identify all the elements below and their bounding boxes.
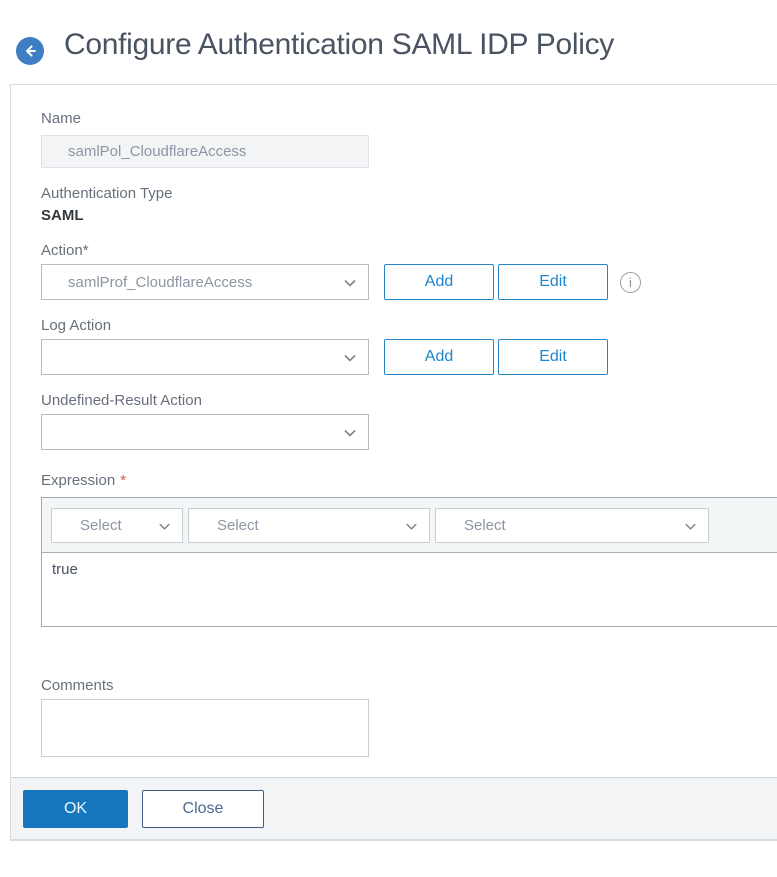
page-title: Configure Authentication SAML IDP Policy [64, 28, 614, 61]
name-label: Name [41, 110, 82, 127]
log-action-row: Add Edit [41, 339, 777, 375]
chevron-down-icon [157, 519, 172, 538]
expression-select-1-placeholder: Select [80, 517, 122, 534]
expression-select-1[interactable]: Select [51, 508, 183, 543]
chevron-down-icon [342, 275, 358, 295]
expression-editor: Select Select Select true [41, 497, 777, 627]
chevron-down-icon [683, 519, 698, 538]
expression-toolbar: Select Select Select [42, 498, 777, 553]
required-asterisk: * [120, 472, 127, 489]
action-edit-button[interactable]: Edit [498, 264, 608, 300]
log-action-label: Log Action [41, 317, 112, 334]
log-action-select[interactable] [41, 339, 369, 375]
ok-button[interactable]: OK [23, 790, 128, 828]
close-button[interactable]: Close [142, 790, 264, 828]
name-input[interactable] [41, 135, 369, 168]
expression-label-row: Expression * [41, 471, 777, 491]
undefined-result-action-select[interactable] [41, 414, 369, 450]
expression-input[interactable]: true [42, 553, 777, 626]
back-button[interactable] [16, 37, 44, 65]
expression-select-3[interactable]: Select [435, 508, 709, 543]
expression-select-3-placeholder: Select [464, 517, 506, 534]
info-icon[interactable]: i [620, 272, 641, 293]
comments-input[interactable] [41, 699, 369, 757]
action-add-button[interactable]: Add [384, 264, 494, 300]
comments-label: Comments [41, 677, 114, 694]
comments-wrap [41, 699, 777, 757]
form-footer: OK Close [11, 777, 777, 840]
authentication-type-label: Authentication Type [41, 185, 173, 202]
expression-select-2[interactable]: Select [188, 508, 430, 543]
action-select-value: samlProf_CloudflareAccess [68, 273, 253, 291]
log-action-edit-button[interactable]: Edit [498, 339, 608, 375]
chevron-down-icon [342, 350, 358, 370]
action-row: samlProf_CloudflareAccess Add Edit i [41, 264, 777, 300]
authentication-type-value: SAML [41, 207, 84, 224]
arrow-left-icon [22, 43, 38, 59]
page-header: Configure Authentication SAML IDP Policy [0, 0, 777, 84]
expression-label: Expression [41, 472, 116, 489]
action-label: Action* [41, 242, 89, 259]
undefined-result-action-label: Undefined-Result Action [41, 392, 202, 409]
chevron-down-icon [404, 519, 419, 538]
log-action-add-button[interactable]: Add [384, 339, 494, 375]
chevron-down-icon [342, 425, 358, 445]
action-select[interactable]: samlProf_CloudflareAccess [41, 264, 369, 300]
expression-select-2-placeholder: Select [217, 517, 259, 534]
undefined-result-action-row [41, 414, 777, 450]
form-panel: Name Authentication Type SAML Action* sa… [10, 84, 777, 841]
